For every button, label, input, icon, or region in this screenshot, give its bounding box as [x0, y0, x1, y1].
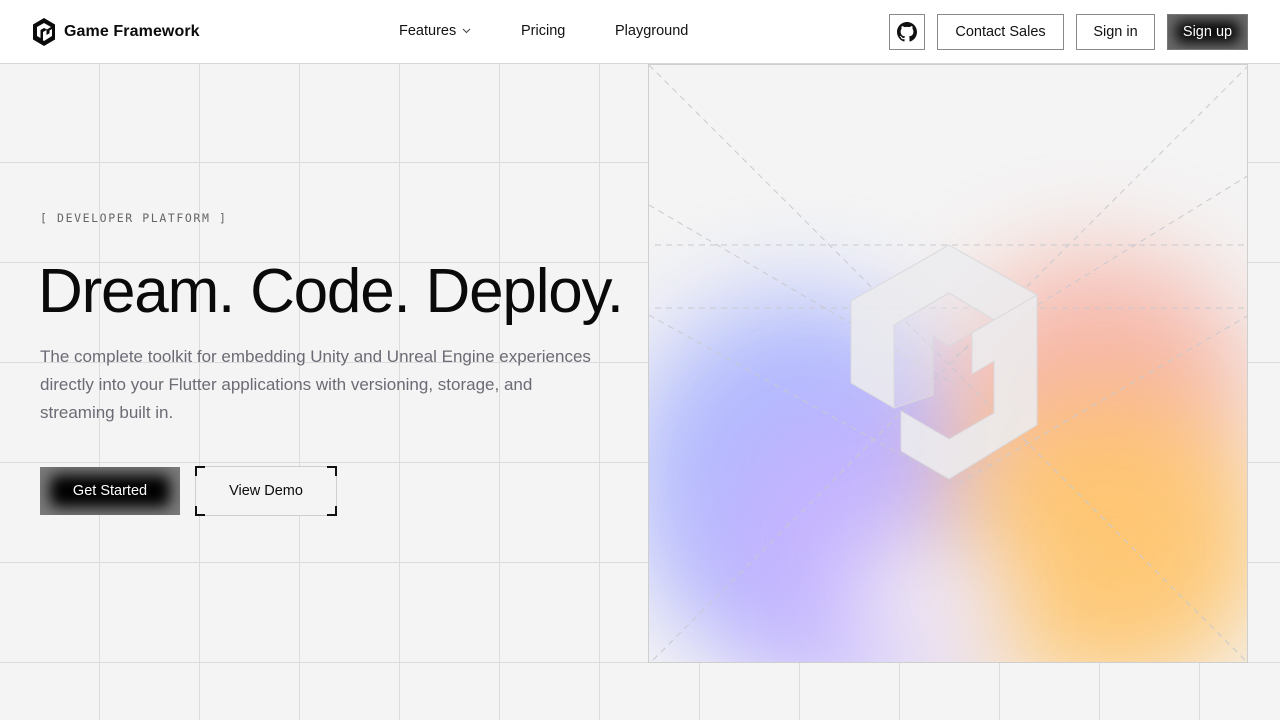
view-demo-button[interactable]: View Demo	[195, 466, 337, 516]
contact-sales-button[interactable]: Contact Sales	[937, 14, 1064, 50]
github-icon	[897, 22, 917, 42]
corner-bracket-bl	[195, 506, 205, 516]
hero-subtitle: The complete toolkit for embedding Unity…	[40, 347, 591, 422]
nav-playground[interactable]: Playground	[615, 23, 688, 39]
cube-logo-icon	[850, 244, 1039, 480]
sign-up-button[interactable]: Sign up	[1167, 14, 1248, 50]
nav-pricing[interactable]: Pricing	[521, 23, 565, 39]
view-demo-label: View Demo	[229, 483, 303, 499]
brand[interactable]: Game Framework	[32, 17, 200, 47]
brand-name: Game Framework	[64, 23, 200, 40]
get-started-label: Get Started	[72, 483, 148, 499]
corner-bracket-tr	[327, 466, 337, 476]
corner-bracket-br	[327, 506, 337, 516]
hero-eyebrow: [ DEVELOPER PLATFORM ]	[40, 211, 228, 225]
github-button[interactable]	[889, 14, 925, 50]
chevron-down-icon	[462, 28, 471, 34]
hero-illustration	[648, 64, 1248, 663]
site-header: Game Framework Features Pricing Playgrou…	[0, 0, 1280, 64]
cube-logo-icon	[33, 18, 55, 46]
get-started-button[interactable]: Get Started	[40, 467, 180, 515]
corner-bracket-tl	[195, 466, 205, 476]
sign-in-button[interactable]: Sign in	[1076, 14, 1155, 50]
sign-up-label: Sign up	[1182, 24, 1233, 40]
nav-features[interactable]: Features	[399, 23, 471, 39]
nav-features-label: Features	[399, 23, 457, 39]
hero-headline: Dream. Code. Deploy.	[38, 257, 624, 326]
